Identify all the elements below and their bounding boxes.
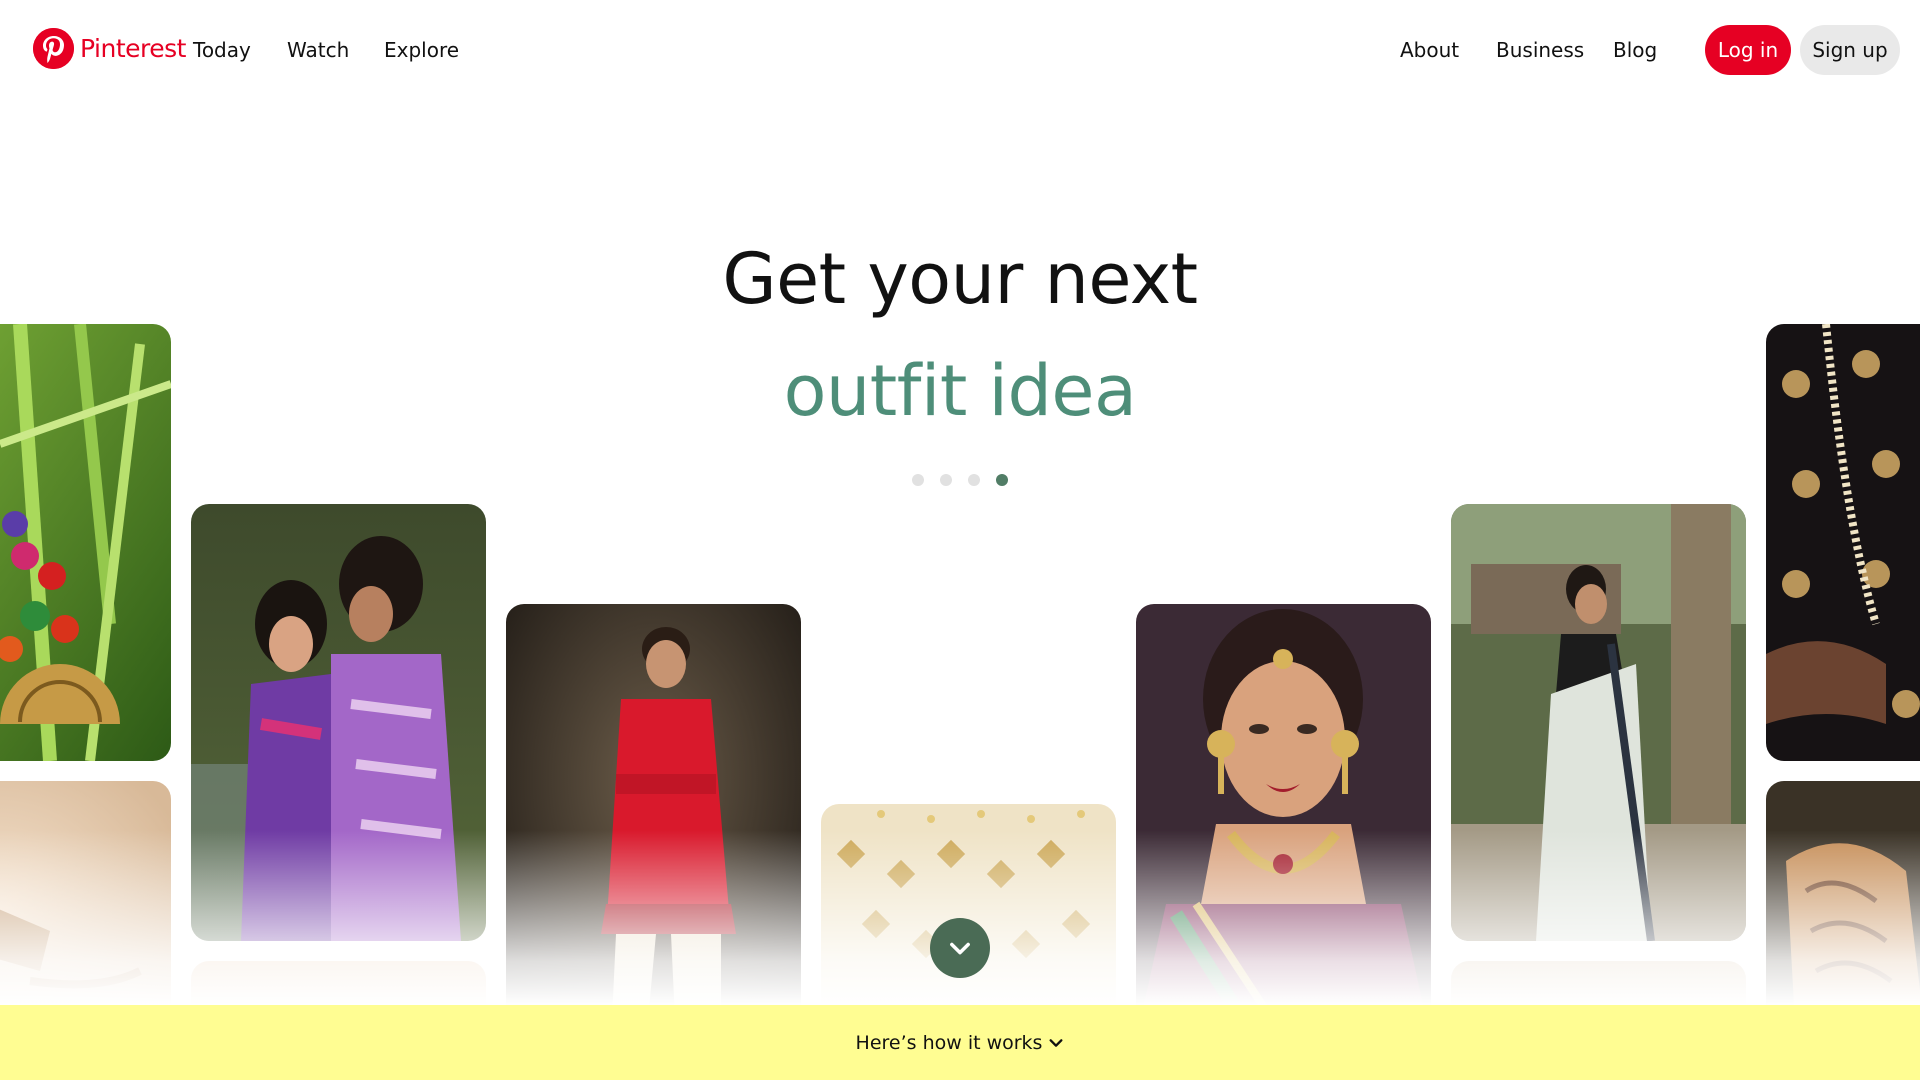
pin-image [191,961,486,1005]
pin-column2-partial[interactable] [191,961,486,1005]
pin-man-in-red-sherwani[interactable] [506,604,801,1005]
how-it-works-banner[interactable]: Here’s how it works [0,1005,1920,1080]
login-button[interactable]: Log in [1705,25,1791,75]
pinterest-logo-icon [33,28,74,69]
hero-rotating-phrase: outfit idea [783,350,1137,432]
nav-about[interactable]: About [1400,38,1459,62]
pin-image [191,504,486,941]
carousel-dot-1[interactable] [912,474,924,486]
pin-woman-in-white-saree[interactable] [1451,504,1746,941]
pin-beige-fabric-detail[interactable] [0,781,171,1005]
pin-mehndi-hand-detail[interactable] [1766,781,1920,1005]
pin-image [1766,781,1920,1005]
nav-watch[interactable]: Watch [287,38,349,62]
brand-name: Pinterest [80,34,186,63]
carousel-dots [912,474,1008,486]
pin-image [1451,504,1746,941]
pin-image [1136,604,1431,1005]
pin-image [0,781,171,1005]
pinterest-home-link[interactable]: Pinterest [33,28,186,69]
pin-grid [0,0,1920,1005]
nav-explore[interactable]: Explore [384,38,459,62]
pin-image [506,604,801,1005]
nav-blog[interactable]: Blog [1613,38,1657,62]
top-navigation-bar: Pinterest Today Watch Explore About Busi… [0,0,1920,103]
chevron-down-icon [1048,1035,1064,1051]
scroll-down-button[interactable] [930,918,990,978]
pin-image [1451,961,1746,1005]
pin-woman-with-bridal-jewelry[interactable] [1136,604,1431,1005]
carousel-dot-4[interactable] [996,474,1008,486]
hero-heading: Get your next [722,238,1198,320]
nav-business[interactable]: Business [1496,38,1584,62]
pin-column6-partial[interactable] [1451,961,1746,1005]
pin-couple-in-purple-outfits[interactable] [191,504,486,941]
nav-today[interactable]: Today [193,38,251,62]
carousel-dot-2[interactable] [940,474,952,486]
how-it-works-label: Here’s how it works [855,1031,1043,1054]
signup-button[interactable]: Sign up [1800,25,1900,75]
carousel-dot-3[interactable] [968,474,980,486]
chevron-down-icon [950,942,970,955]
